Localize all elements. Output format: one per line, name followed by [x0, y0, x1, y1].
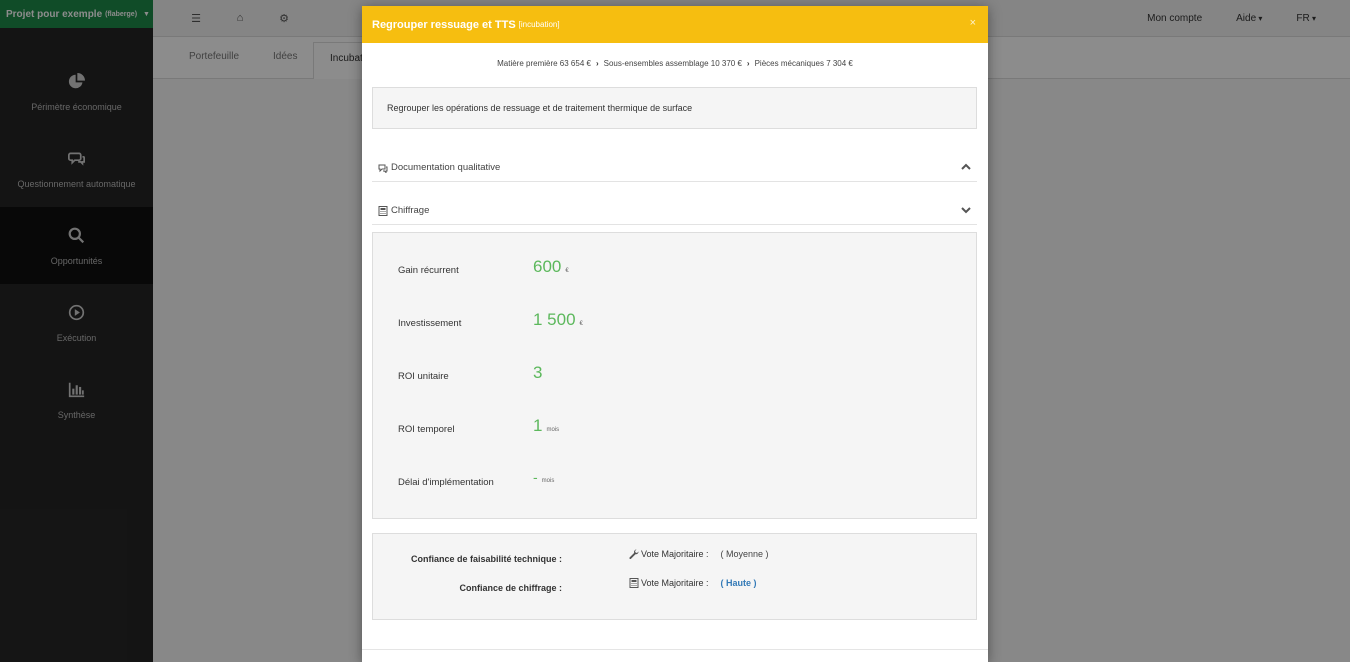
metric-gain-recurrent: Gain récurrent 600 € [373, 257, 976, 310]
metric-roi-temporel: ROI temporel 1 mois [373, 416, 976, 469]
breadcrumb-item[interactable]: Sous-ensembles assemblage 10 370 € [604, 59, 742, 68]
breadcrumb: Matière première 63 654 € › Sous-ensembles… [362, 59, 988, 71]
close-icon[interactable]: × [970, 17, 976, 29]
section-title: Chiffrage [391, 205, 430, 216]
wrench-icon [629, 549, 639, 559]
section-documentation-toggle[interactable]: Documentation qualitative [372, 149, 977, 182]
opportunity-description: Regrouper les opérations de ressuage et … [372, 87, 977, 129]
cost-confidence-level: ( Haute ) [720, 578, 757, 588]
metric-value: - [533, 469, 538, 485]
metric-value: 1 [533, 416, 543, 435]
technical-confidence-level: ( Moyenne ) [720, 549, 769, 559]
metric-unit: € [579, 321, 583, 327]
cost-vote: Vote Majoritaire : ( Haute ) [629, 578, 757, 588]
metric-label: ROI unitaire [398, 371, 449, 382]
cost-confidence-label: Confiance de chiffrage : [459, 583, 562, 593]
metric-unit: mois [546, 427, 560, 433]
metric-label: ROI temporel [398, 424, 455, 435]
metric-label: Délai d'implémentation [398, 477, 494, 488]
metric-label: Investissement [398, 318, 462, 329]
technical-confidence-label: Confiance de faisabilité technique : [410, 554, 562, 564]
metric-value: 600 [533, 257, 562, 276]
chevron-down-icon[interactable] [961, 205, 971, 215]
metric-unit: mois [541, 478, 555, 484]
modal-header: Regrouper ressuage et TTS [incubation] [362, 6, 988, 43]
modal-title: Regrouper ressuage et TTS [372, 18, 516, 31]
chevron-right-icon: › [746, 59, 750, 68]
metric-delai-implementation: Délai d'implémentation - mois [373, 469, 976, 522]
metric-investissement: Investissement 1 500 € [373, 310, 976, 363]
section-title: Documentation qualitative [391, 162, 501, 173]
metric-value: 1 500 [533, 310, 576, 329]
calculator-icon [378, 206, 389, 216]
modal-status: [incubation] [518, 20, 560, 29]
vote-label: Vote Majoritaire : [641, 578, 709, 588]
opportunity-modal: Regrouper ressuage et TTS [incubation] ×… [362, 6, 988, 662]
chiffrage-panel: Gain récurrent 600 € Investissement 1 500… [372, 232, 977, 519]
metric-value: 3 [533, 363, 543, 382]
chevron-right-icon: › [595, 59, 599, 68]
breadcrumb-item[interactable]: Matière première 63 654 € [497, 59, 591, 68]
technical-vote: Vote Majoritaire : ( Moyenne ) [629, 549, 769, 559]
metric-unit: € [565, 268, 569, 274]
chevron-up-icon[interactable] [961, 162, 971, 172]
confidence-panel: Confiance de faisabilité technique : Vot… [372, 533, 977, 620]
metric-roi-unitaire: ROI unitaire 3 [373, 363, 976, 416]
modal-footer-divider [362, 649, 988, 650]
breadcrumb-item[interactable]: Pièces mécaniques 7 304 € [755, 59, 853, 68]
vote-label: Vote Majoritaire : [641, 549, 709, 559]
metric-label: Gain récurrent [398, 265, 459, 276]
section-chiffrage-toggle[interactable]: Chiffrage [372, 192, 977, 225]
comments-icon [378, 163, 389, 174]
calculator-icon [629, 578, 639, 588]
